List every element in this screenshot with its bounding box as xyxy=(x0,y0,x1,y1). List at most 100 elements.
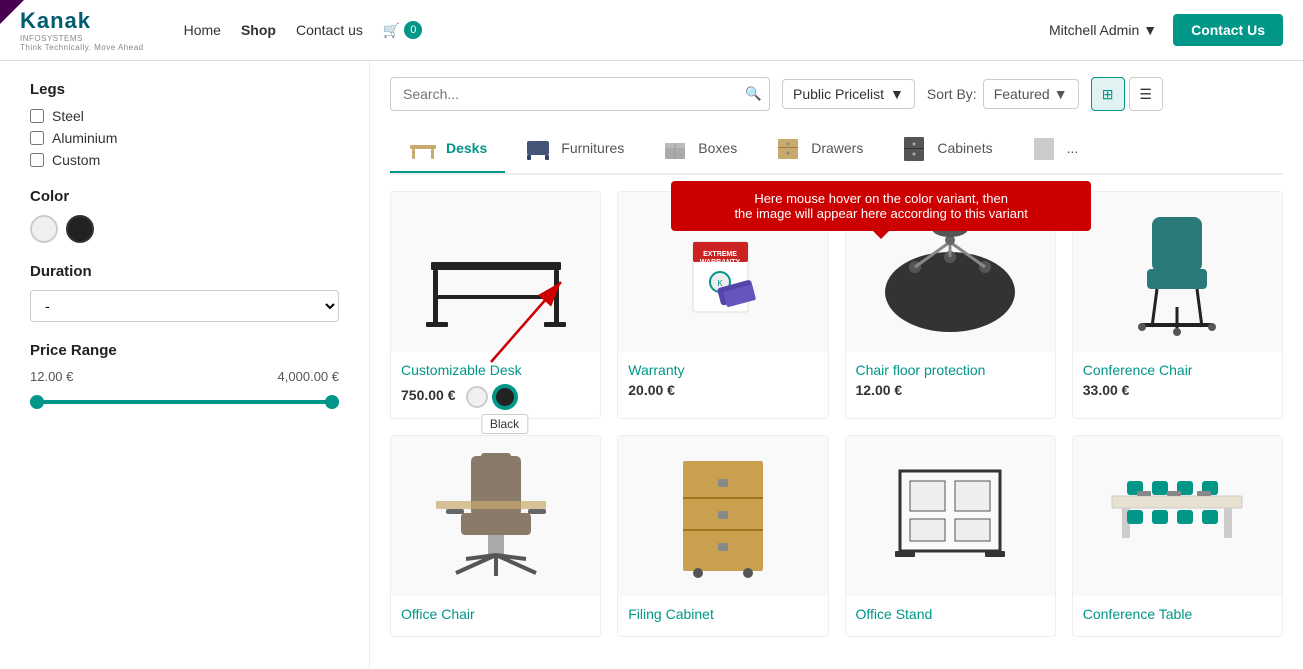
product-info-conf-table: Conference Table xyxy=(1073,596,1282,636)
legs-steel-option[interactable]: Steel xyxy=(30,108,339,124)
logo[interactable]: Kanak INFOSYSTEMS Think Technically. Mov… xyxy=(20,8,144,52)
category-tab-more[interactable]: ... xyxy=(1011,125,1097,173)
search-wrapper: 🔍 xyxy=(390,77,770,111)
category-desks-label: Desks xyxy=(446,140,487,156)
category-furnitures-label: Furnitures xyxy=(561,140,624,156)
legs-section: Legs Steel Aluminium Custom xyxy=(30,81,339,168)
product-info-stand: Office Stand xyxy=(846,596,1055,636)
price-range-slider[interactable] xyxy=(30,392,339,412)
product-image-stand xyxy=(846,436,1055,596)
header: Kanak INFOSYSTEMS Think Technically. Mov… xyxy=(0,0,1303,61)
main-nav: Home Shop Contact us xyxy=(184,22,363,38)
user-name: Mitchell Admin xyxy=(1049,22,1139,38)
range-thumb-max[interactable] xyxy=(325,395,339,409)
nav-contact[interactable]: Contact us xyxy=(296,22,363,38)
product-price-chair: 33.00 € xyxy=(1083,382,1130,398)
floor-svg xyxy=(875,207,1025,337)
category-tab-furnitures[interactable]: Furnitures xyxy=(505,125,642,173)
range-fill xyxy=(30,400,339,404)
category-boxes-label: Boxes xyxy=(698,140,737,156)
svg-text:EXTREME: EXTREME xyxy=(703,251,737,258)
svg-text:K: K xyxy=(717,279,723,288)
variant-black-desk[interactable]: Black xyxy=(494,386,516,408)
variant-white-desk[interactable] xyxy=(466,386,488,408)
legs-custom-option[interactable]: Custom xyxy=(30,152,339,168)
sort-dropdown[interactable]: Featured ▼ xyxy=(983,79,1079,109)
drawers-icon xyxy=(773,133,803,163)
search-input[interactable] xyxy=(390,77,770,111)
legs-custom-checkbox[interactable] xyxy=(30,153,44,167)
legs-steel-checkbox[interactable] xyxy=(30,109,44,123)
product-name-chair[interactable]: Conference Chair xyxy=(1083,362,1272,378)
nav-home[interactable]: Home xyxy=(184,22,221,38)
legs-aluminium-checkbox[interactable] xyxy=(30,131,44,145)
product-card-desk: Customizable Desk 750.00 € Black xyxy=(390,191,601,419)
warranty-svg: EXTREME WARRANTY K xyxy=(663,212,783,332)
search-button[interactable]: 🔍 xyxy=(745,86,762,102)
product-price-desk: 750.00 € xyxy=(401,387,456,403)
products-wrapper: Here mouse hover on the color variant, t… xyxy=(390,191,1283,637)
furnitures-icon xyxy=(523,133,553,163)
product-image-office-chair xyxy=(391,436,600,596)
cart-button[interactable]: 🛒 0 xyxy=(383,21,422,39)
color-black-swatch[interactable] xyxy=(66,215,94,243)
contact-us-button[interactable]: Contact Us xyxy=(1173,14,1283,46)
header-right: Mitchell Admin ▼ Contact Us xyxy=(1049,14,1283,46)
product-info-cabinet: Filing Cabinet xyxy=(618,596,827,636)
category-drawers-label: Drawers xyxy=(811,140,863,156)
category-tab-desks[interactable]: Desks xyxy=(390,125,505,173)
product-card-stand: Office Stand xyxy=(845,435,1056,637)
product-info-floor: Chair floor protection 12.00 € xyxy=(846,352,1055,408)
products-grid: Customizable Desk 750.00 € Black xyxy=(390,191,1283,637)
product-name-floor[interactable]: Chair floor protection xyxy=(856,362,1045,378)
user-menu[interactable]: Mitchell Admin ▼ xyxy=(1049,22,1157,38)
more-icon xyxy=(1029,133,1059,163)
price-range-title: Price Range xyxy=(30,342,339,359)
product-name-office-chair[interactable]: Office Chair xyxy=(401,606,590,622)
color-white-swatch[interactable] xyxy=(30,215,58,243)
price-range-labels: 12.00 € 4,000.00 € xyxy=(30,369,339,384)
product-price-floor: 12.00 € xyxy=(856,382,903,398)
product-name-desk[interactable]: Customizable Desk xyxy=(401,362,590,378)
desks-icon xyxy=(408,133,438,163)
range-thumb-min[interactable] xyxy=(30,395,44,409)
logo-sub: INFOSYSTEMS xyxy=(20,34,83,43)
cart-count: 0 xyxy=(404,21,422,39)
chevron-down-icon: ▼ xyxy=(890,86,904,102)
legs-aluminium-option[interactable]: Aluminium xyxy=(30,130,339,146)
pricelist-dropdown[interactable]: Public Pricelist ▼ xyxy=(782,79,915,109)
product-name-stand[interactable]: Office Stand xyxy=(856,606,1045,622)
product-card-chair: Conference Chair 33.00 € xyxy=(1072,191,1283,419)
duration-select[interactable]: - xyxy=(30,290,339,322)
search-icon: 🔍 xyxy=(745,86,762,101)
category-tab-cabinets[interactable]: Cabinets xyxy=(881,125,1010,173)
product-info-warranty: Warranty 20.00 € xyxy=(618,352,827,408)
desk-svg xyxy=(421,207,571,337)
sidebar: Legs Steel Aluminium Custom Color Durati… xyxy=(0,61,370,669)
product-info-desk: Customizable Desk 750.00 € Black xyxy=(391,352,600,418)
main-container: Legs Steel Aluminium Custom Color Durati… xyxy=(0,61,1303,669)
sort-by-label: Sort By: Featured ▼ xyxy=(927,79,1079,109)
nav-shop[interactable]: Shop xyxy=(241,22,276,38)
price-min: 12.00 € xyxy=(30,369,73,384)
list-view-button[interactable]: ☰ xyxy=(1129,77,1163,111)
pricelist-label: Public Pricelist xyxy=(793,86,884,102)
category-tab-drawers[interactable]: Drawers xyxy=(755,125,881,173)
cabinet-svg xyxy=(653,451,793,581)
list-icon: ☰ xyxy=(1139,86,1152,103)
product-name-warranty[interactable]: Warranty xyxy=(628,362,817,378)
cart-icon: 🛒 xyxy=(383,22,400,39)
category-tabs: Desks Furnitures Boxes xyxy=(390,125,1283,175)
duration-section: Duration - xyxy=(30,263,339,322)
product-name-cabinet[interactable]: Filing Cabinet xyxy=(628,606,817,622)
duration-title: Duration xyxy=(30,263,339,280)
product-name-conf-table[interactable]: Conference Table xyxy=(1083,606,1272,622)
legs-custom-label: Custom xyxy=(52,152,100,168)
sort-label: Sort By: xyxy=(927,86,977,102)
grid-view-button[interactable]: ⊞ xyxy=(1091,77,1125,111)
product-image-warranty: EXTREME WARRANTY K xyxy=(618,192,827,352)
color-variants-desk: Black xyxy=(466,386,516,408)
category-tab-boxes[interactable]: Boxes xyxy=(642,125,755,173)
product-card-office-chair: Office Chair xyxy=(390,435,601,637)
product-card-floor: Chair floor protection 12.00 € xyxy=(845,191,1056,419)
